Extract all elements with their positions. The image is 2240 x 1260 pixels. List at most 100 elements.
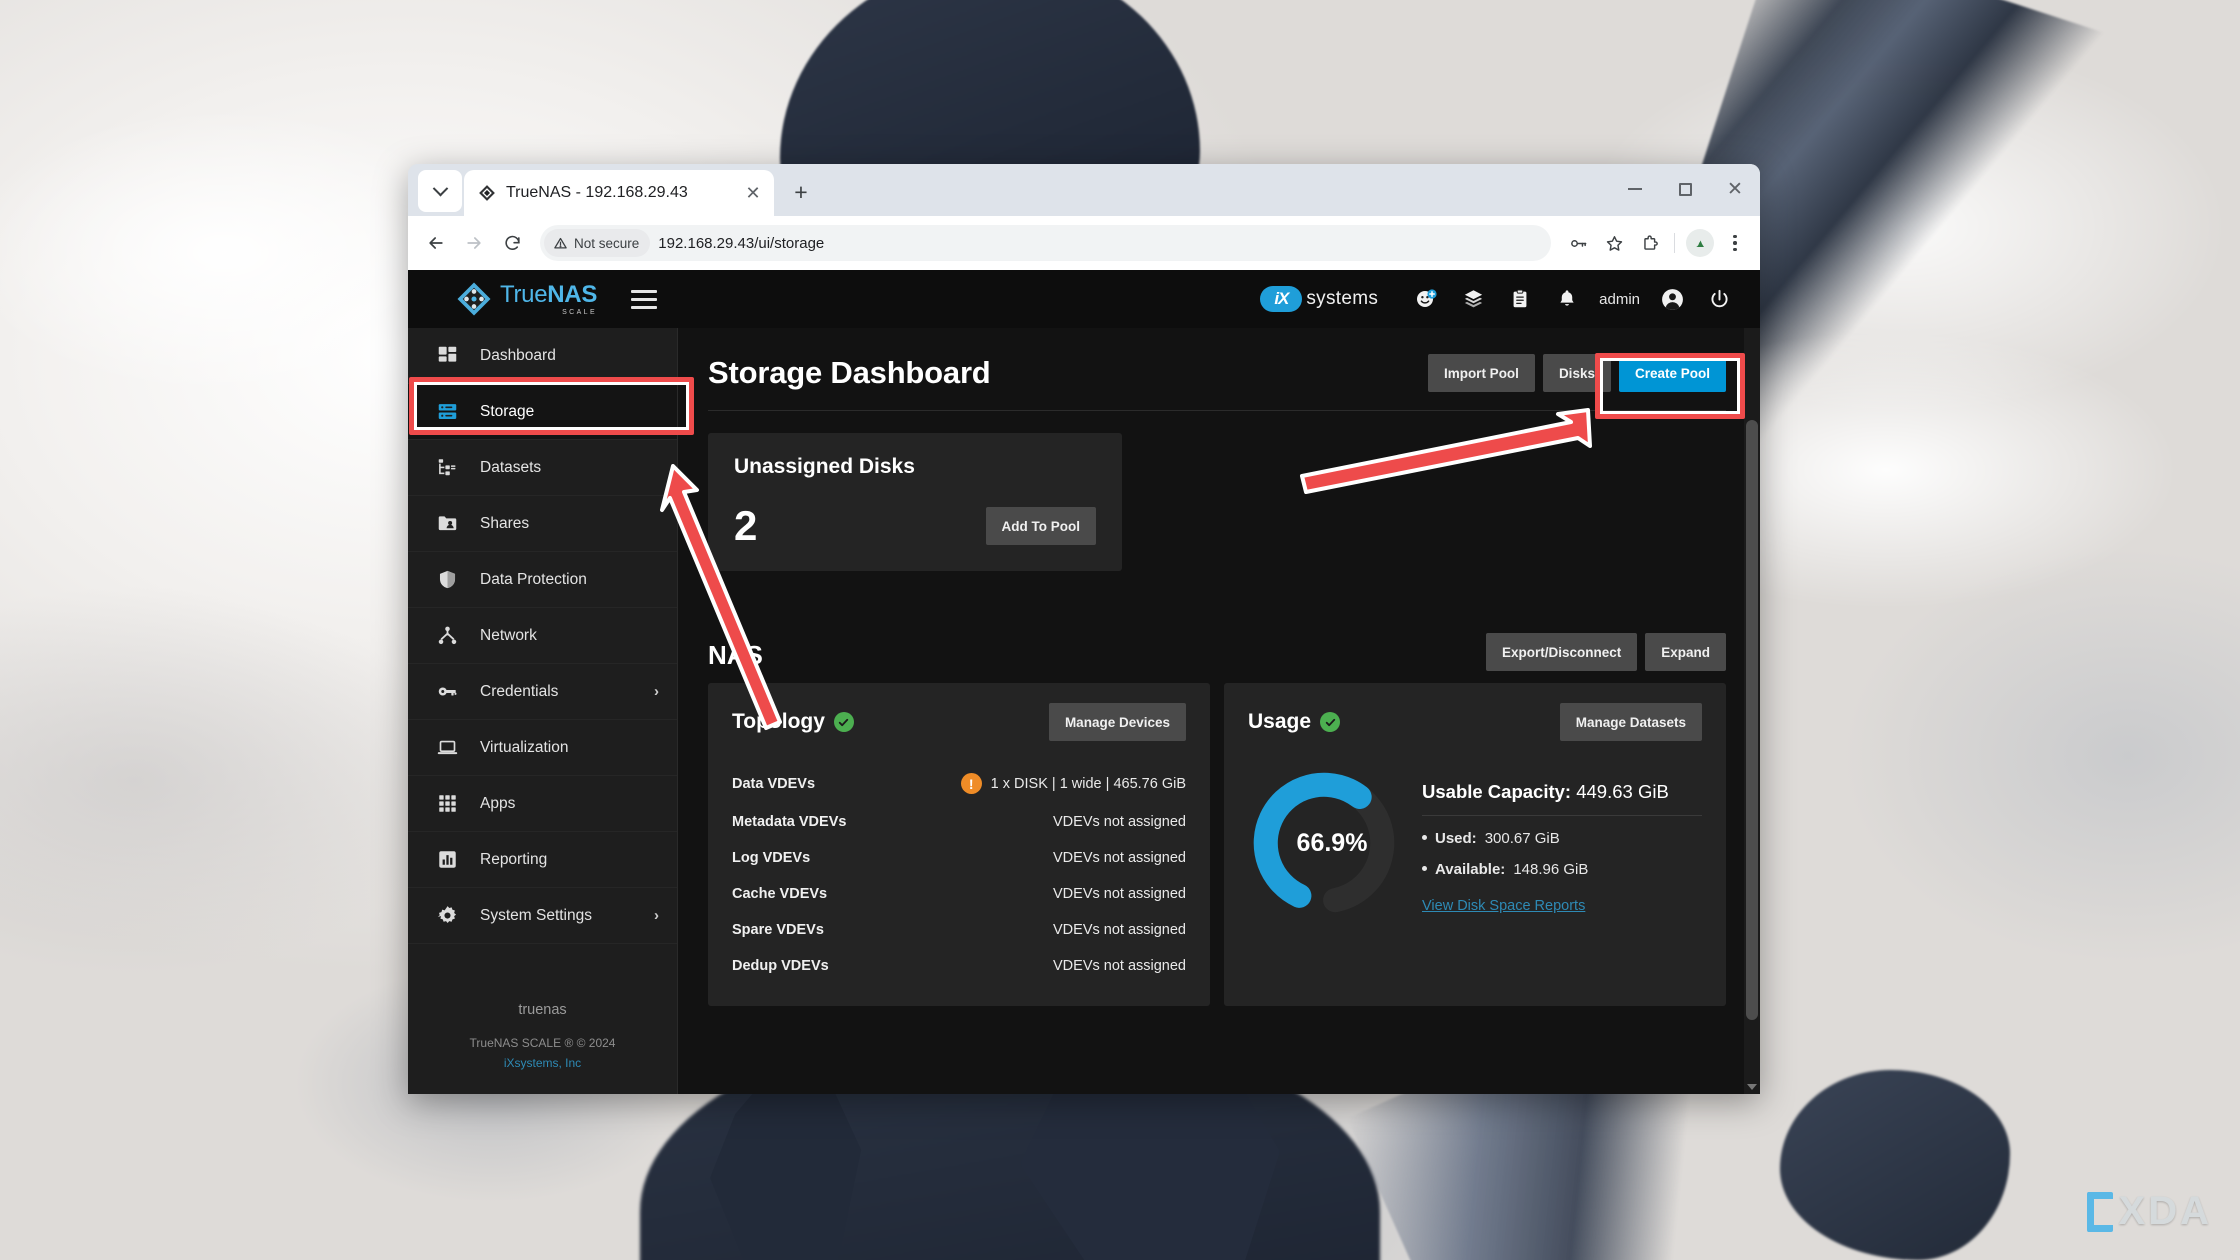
page-header: Storage Dashboard Import Pool Disks Crea… bbox=[708, 354, 1726, 392]
new-tab-plus-icon[interactable]: + bbox=[782, 173, 820, 211]
browser-tab-title: TrueNAS - 192.168.29.43 bbox=[506, 184, 688, 201]
tab-close-icon[interactable]: ✕ bbox=[742, 182, 764, 204]
view-disk-space-reports-link[interactable]: View Disk Space Reports bbox=[1422, 898, 1585, 914]
expand-button[interactable]: Expand bbox=[1645, 633, 1726, 671]
sidebar-item-apps[interactable]: Apps bbox=[408, 776, 677, 832]
star-icon[interactable] bbox=[1597, 226, 1631, 260]
jobs-cube-icon[interactable] bbox=[1458, 284, 1488, 314]
vdev-label: Dedup VDEVs bbox=[732, 958, 829, 974]
reload-icon[interactable] bbox=[494, 225, 530, 261]
sidebar-label-credentials: Credentials bbox=[480, 682, 559, 700]
usage-details: Usable Capacity: 449.63 GiB Used: 300.67… bbox=[1422, 767, 1702, 915]
vdev-label: Cache VDEVs bbox=[732, 886, 828, 902]
brand-name-suffix: NAS bbox=[547, 280, 598, 308]
add-to-pool-button[interactable]: Add To Pool bbox=[985, 507, 1096, 545]
sidebar-label-reporting: Reporting bbox=[480, 850, 548, 868]
sidebar-item-data-protection[interactable]: Data Protection bbox=[408, 552, 677, 608]
add-feedback-icon[interactable] bbox=[1411, 284, 1441, 314]
storage-server-icon bbox=[434, 401, 460, 422]
truenas-favicon-icon bbox=[478, 184, 496, 202]
sidebar-item-credentials[interactable]: Credentials › bbox=[408, 664, 677, 720]
xda-text: XDA bbox=[2118, 1189, 2212, 1233]
vdev-label: Metadata VDEVs bbox=[732, 814, 847, 830]
vdev-label: Spare VDEVs bbox=[732, 922, 824, 938]
chevron-down-icon bbox=[432, 180, 448, 196]
profile-avatar-icon[interactable] bbox=[1686, 229, 1714, 257]
sidebar-item-datasets[interactable]: Datasets bbox=[408, 440, 677, 496]
usage-gauge: 66.9% bbox=[1248, 767, 1400, 919]
wallpaper-glow bbox=[1760, 330, 2180, 610]
unassigned-disks-card: Unassigned Disks 2 Add To Pool bbox=[708, 433, 1122, 571]
pool-cards-grid: Topology Manage Devices Data VDEVs ! 1 x… bbox=[708, 683, 1726, 1006]
power-icon[interactable] bbox=[1704, 284, 1734, 314]
app-body: Dashboard Storage Datasets Shares Data P… bbox=[408, 328, 1760, 1094]
reporting-bar-chart-icon bbox=[434, 849, 460, 870]
disks-button[interactable]: Disks bbox=[1542, 354, 1611, 392]
topbar-actions: iX systems admin bbox=[1260, 284, 1760, 314]
usage-title: Usage bbox=[1248, 710, 1312, 733]
usage-gauge-percent: 66.9% bbox=[1296, 828, 1368, 857]
sidebar-company-link[interactable]: iXsystems, Inc bbox=[504, 1056, 581, 1070]
notifications-bell-icon[interactable] bbox=[1552, 284, 1582, 314]
sidebar-item-system-settings[interactable]: System Settings › bbox=[408, 888, 677, 944]
xda-bracket-icon bbox=[2086, 1191, 2113, 1232]
available-value: 148.96 GiB bbox=[1513, 861, 1589, 878]
export-disconnect-button[interactable]: Export/Disconnect bbox=[1485, 633, 1638, 671]
network-nodes-icon bbox=[434, 625, 460, 646]
dashboard-grid-icon bbox=[434, 345, 460, 366]
topology-card: Topology Manage Devices Data VDEVs ! 1 x… bbox=[708, 683, 1210, 1006]
sidebar-item-virtualization[interactable]: Virtualization bbox=[408, 720, 677, 776]
tab-search-button[interactable] bbox=[418, 170, 462, 212]
content-scrollbar[interactable] bbox=[1744, 328, 1760, 1094]
ixsystems-logo: iX systems bbox=[1260, 286, 1378, 312]
sidebar-item-dashboard[interactable]: Dashboard bbox=[408, 328, 677, 384]
kebab-menu-icon[interactable] bbox=[1720, 234, 1750, 252]
minimize-button[interactable] bbox=[1610, 164, 1660, 214]
sidebar-label-dashboard: Dashboard bbox=[480, 346, 556, 364]
vdev-row-cache: Cache VDEVs VDEVs not assigned bbox=[732, 876, 1186, 912]
truenas-wordmark: TrueNAS bbox=[500, 280, 598, 308]
key-icon[interactable] bbox=[1561, 226, 1595, 260]
vdev-label: Data VDEVs bbox=[732, 775, 816, 792]
browser-tab-truenas[interactable]: TrueNAS - 192.168.29.43 ✕ bbox=[464, 170, 774, 216]
vdev-label: Log VDEVs bbox=[732, 850, 811, 866]
maximize-button[interactable] bbox=[1660, 164, 1710, 214]
forward-arrow-icon[interactable] bbox=[456, 225, 492, 261]
truenas-logo[interactable]: TrueNAS SCALE bbox=[456, 281, 597, 317]
brand-edition: SCALE bbox=[562, 308, 598, 316]
back-arrow-icon[interactable] bbox=[418, 225, 454, 261]
address-bar[interactable]: Not secure 192.168.29.43/ui/storage bbox=[540, 225, 1551, 261]
clipboard-tasks-icon[interactable] bbox=[1505, 284, 1535, 314]
scrollbar-down-arrow-icon[interactable] bbox=[1744, 1084, 1760, 1090]
user-account-icon[interactable] bbox=[1657, 284, 1687, 314]
sidebar-nav: Dashboard Storage Datasets Shares Data P… bbox=[408, 328, 678, 1094]
shield-icon bbox=[434, 569, 460, 590]
create-pool-button[interactable]: Create Pool bbox=[1618, 354, 1726, 392]
used-value: 300.67 GiB bbox=[1484, 830, 1560, 847]
sidebar-item-reporting[interactable]: Reporting bbox=[408, 832, 677, 888]
topology-title: Topology bbox=[732, 710, 825, 733]
toolbar-divider bbox=[1674, 233, 1675, 253]
desktop-background: TrueNAS - 192.168.29.43 ✕ + ✕ Not secure… bbox=[0, 0, 2240, 1260]
vdev-value: VDEVs not assigned bbox=[1053, 886, 1186, 902]
sidebar-item-shares[interactable]: Shares bbox=[408, 496, 677, 552]
manage-datasets-button[interactable]: Manage Datasets bbox=[1559, 703, 1702, 741]
sidebar-label-virtualization: Virtualization bbox=[480, 738, 569, 756]
sidebar-item-storage[interactable]: Storage bbox=[408, 384, 677, 440]
sidebar-item-network[interactable]: Network bbox=[408, 608, 677, 664]
usage-card: Usage Manage Datasets 66.9% Usable Capac… bbox=[1224, 683, 1726, 1006]
security-status-chip[interactable]: Not secure bbox=[544, 229, 651, 257]
truenas-diamond-logo-icon bbox=[457, 282, 491, 316]
used-label: Used: bbox=[1435, 830, 1477, 847]
xda-watermark: XDA bbox=[2086, 1189, 2212, 1234]
manage-devices-button[interactable]: Manage Devices bbox=[1048, 703, 1186, 741]
vdev-row-log: Log VDEVs VDEVs not assigned bbox=[732, 840, 1186, 876]
hamburger-menu-icon[interactable] bbox=[631, 279, 671, 319]
import-pool-button[interactable]: Import Pool bbox=[1427, 354, 1535, 392]
window-close-button[interactable]: ✕ bbox=[1710, 164, 1760, 214]
vdev-value: VDEVs not assigned bbox=[1053, 850, 1186, 866]
scrollbar-thumb[interactable] bbox=[1746, 420, 1758, 1020]
puzzle-piece-icon[interactable] bbox=[1633, 226, 1667, 260]
current-user-label[interactable]: admin bbox=[1599, 291, 1640, 308]
sidebar-label-system-settings: System Settings bbox=[480, 906, 592, 924]
